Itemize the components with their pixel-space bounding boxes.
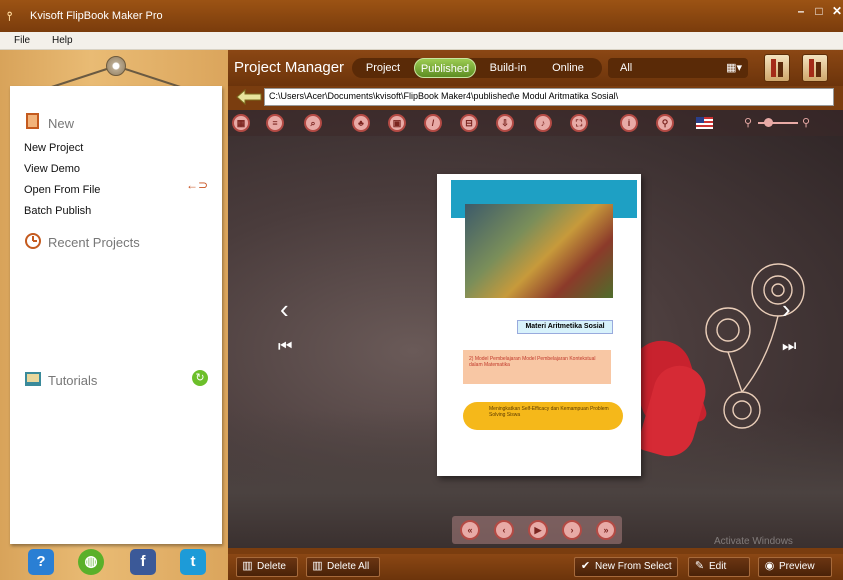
fullscreen-icon[interactable]: ⛶ [570,114,588,132]
tab-project[interactable]: Project [356,58,410,78]
new-from-select-button[interactable]: ✔ New From Select [574,557,678,577]
last-page-button[interactable]: » [596,520,616,540]
project-manager-title: Project Manager [234,59,345,76]
viewer-toolbar: ▦ ≡ ⌕ ♣ ▣ / ⊟ ⇩ ♪ ⛶ i ⚲ ⚲ ⚲ [228,110,843,136]
bottom-toolbar: ▥ Delete ▥ Delete All ✔ New From Select ✎ Ed… [228,554,843,580]
delete-icon: ▥ [242,560,253,572]
play-button[interactable]: ▶ [528,520,548,540]
clock-icon [25,233,41,249]
page-title: Materi Aritmetika Sosial [517,320,613,334]
view-demo-link[interactable]: View Demo [24,163,80,175]
language-flag-icon[interactable] [696,117,713,129]
annotate-icon[interactable]: / [424,114,442,132]
open-from-file-link[interactable]: Open From File [24,184,100,196]
recent-projects-title: Recent Projects [48,235,140,250]
page-yellow-banner: Meningkatkan Self-Efficacy dan Kemampuan… [463,402,623,430]
rose-sketch-decoration [705,263,805,429]
delete-all-label: Delete All [327,561,370,572]
print-icon[interactable]: ⊟ [460,114,478,132]
activate-windows-watermark: Activate Windows [714,536,793,547]
filter-value: All [620,62,633,74]
autoflip-icon[interactable]: ⚲ [656,114,674,132]
prev-page-arrow[interactable]: ‹ [280,294,289,325]
last-page-icon[interactable]: ⏭ [782,338,796,356]
new-project-link[interactable]: New Project [24,142,83,154]
next-page-arrow[interactable]: › [782,294,791,325]
menu-bar: File Help [0,32,843,50]
first-page-button[interactable]: « [460,520,480,540]
preview-label: Preview [779,561,815,572]
page-pink-note: 2) Model Pembelajaran Model Pembelajaran… [463,350,611,384]
new-book-icon [26,113,39,129]
help-icon[interactable]: ? [28,549,54,575]
bookmark-icon[interactable]: ▣ [388,114,406,132]
start-panel: New New Project ←⊃ View Demo Open From F… [10,86,222,544]
facebook-icon[interactable]: f [130,549,156,575]
menu-file[interactable]: File [14,35,30,46]
path-bar: C:\Users\Acer\Documents\kvisoft\FlipBook… [236,88,834,106]
tab-published[interactable]: Published [414,58,476,78]
filter-dropdown-icon: ▦▾ [726,62,742,74]
download-icon[interactable]: ⇩ [496,114,514,132]
market-photo [465,204,613,298]
add-book-button[interactable] [764,54,790,82]
info-icon[interactable]: i [620,114,638,132]
edit-label: Edit [709,561,727,572]
filter-select[interactable]: All ▦▾ [608,58,748,78]
twitter-icon[interactable]: t [180,549,206,575]
close-button[interactable]: ✕ [828,4,843,18]
next-page-button[interactable]: › [562,520,582,540]
sound-icon[interactable]: ♪ [534,114,552,132]
back-arrow-icon[interactable] [236,89,262,105]
zoom-in-icon[interactable]: ⚲ [802,116,810,129]
new-section-title: New [48,116,75,131]
delete-label: Delete [257,561,286,572]
prev-page-button[interactable]: ‹ [494,520,514,540]
tab-build-in[interactable]: Build-in [480,58,536,78]
social-bar: ? ◍ f t [0,544,228,580]
zoom-knob[interactable] [764,118,773,127]
zoom-slider[interactable]: ⚲ ⚲ [744,117,814,129]
delete-all-button[interactable]: ▥ Delete All [306,557,380,577]
new-from-select-label: New From Select [595,561,672,572]
tab-online[interactable]: Online [540,58,596,78]
tutorials-title: Tutorials [48,373,98,388]
delete-button[interactable]: ▥ Delete [236,557,298,577]
maximize-button[interactable]: □ [810,4,828,18]
eye-icon: ◉ [764,560,775,572]
minimize-button[interactable]: – [792,4,810,18]
refresh-icon[interactable]: ↻ [192,370,208,386]
edit-button[interactable]: ✎ Edit [688,557,750,577]
page-controls: « ‹ ▶ › » [452,516,622,544]
thumbnails-icon[interactable]: ▦ [232,114,250,132]
globe-icon[interactable]: ◍ [78,549,104,575]
title-bar: ⫯ Kvisoft FlipBook Maker Pro – □ ✕ [0,0,843,32]
first-page-icon[interactable]: ⏮ [278,338,292,356]
pin-icon [106,56,126,76]
preview-button[interactable]: ◉ Preview [758,557,832,577]
tab-group: Project Published Build-in Online [352,58,602,78]
tutorials-icon [25,372,41,386]
remove-book-button[interactable] [802,54,828,82]
search-icon[interactable]: ⌕ [304,114,322,132]
check-icon: ✔ [580,560,591,572]
batch-publish-link[interactable]: Batch Publish [24,205,91,217]
table-of-contents-icon[interactable]: ≡ [266,114,284,132]
book-page[interactable]: Materi Aritmetika Sosial 2) Model Pembel… [437,174,641,476]
window-title: Kvisoft FlipBook Maker Pro [30,10,163,22]
edit-icon: ✎ [694,560,705,572]
book-preview-stage: ▦ ≡ ⌕ ♣ ▣ / ⊟ ⇩ ♪ ⛶ i ⚲ ⚲ ⚲ ‹ › ⏮ ⏭ Mate… [228,110,843,548]
project-manager-header: Project Manager Project Published Build-… [228,50,843,86]
path-field[interactable]: C:\Users\Acer\Documents\kvisoft\FlipBook… [264,88,834,106]
pointer-arrow-icon: ←⊃ [186,178,209,192]
left-panel: New New Project ←⊃ View Demo Open From F… [0,50,228,580]
menu-help[interactable]: Help [52,35,73,46]
app-icon: ⫯ [7,9,13,23]
zoom-out-icon[interactable]: ⚲ [744,116,752,129]
share-icon[interactable]: ♣ [352,114,370,132]
project-manager-panel: Project Manager Project Published Build-… [228,50,843,580]
delete-all-icon: ▥ [312,560,323,572]
